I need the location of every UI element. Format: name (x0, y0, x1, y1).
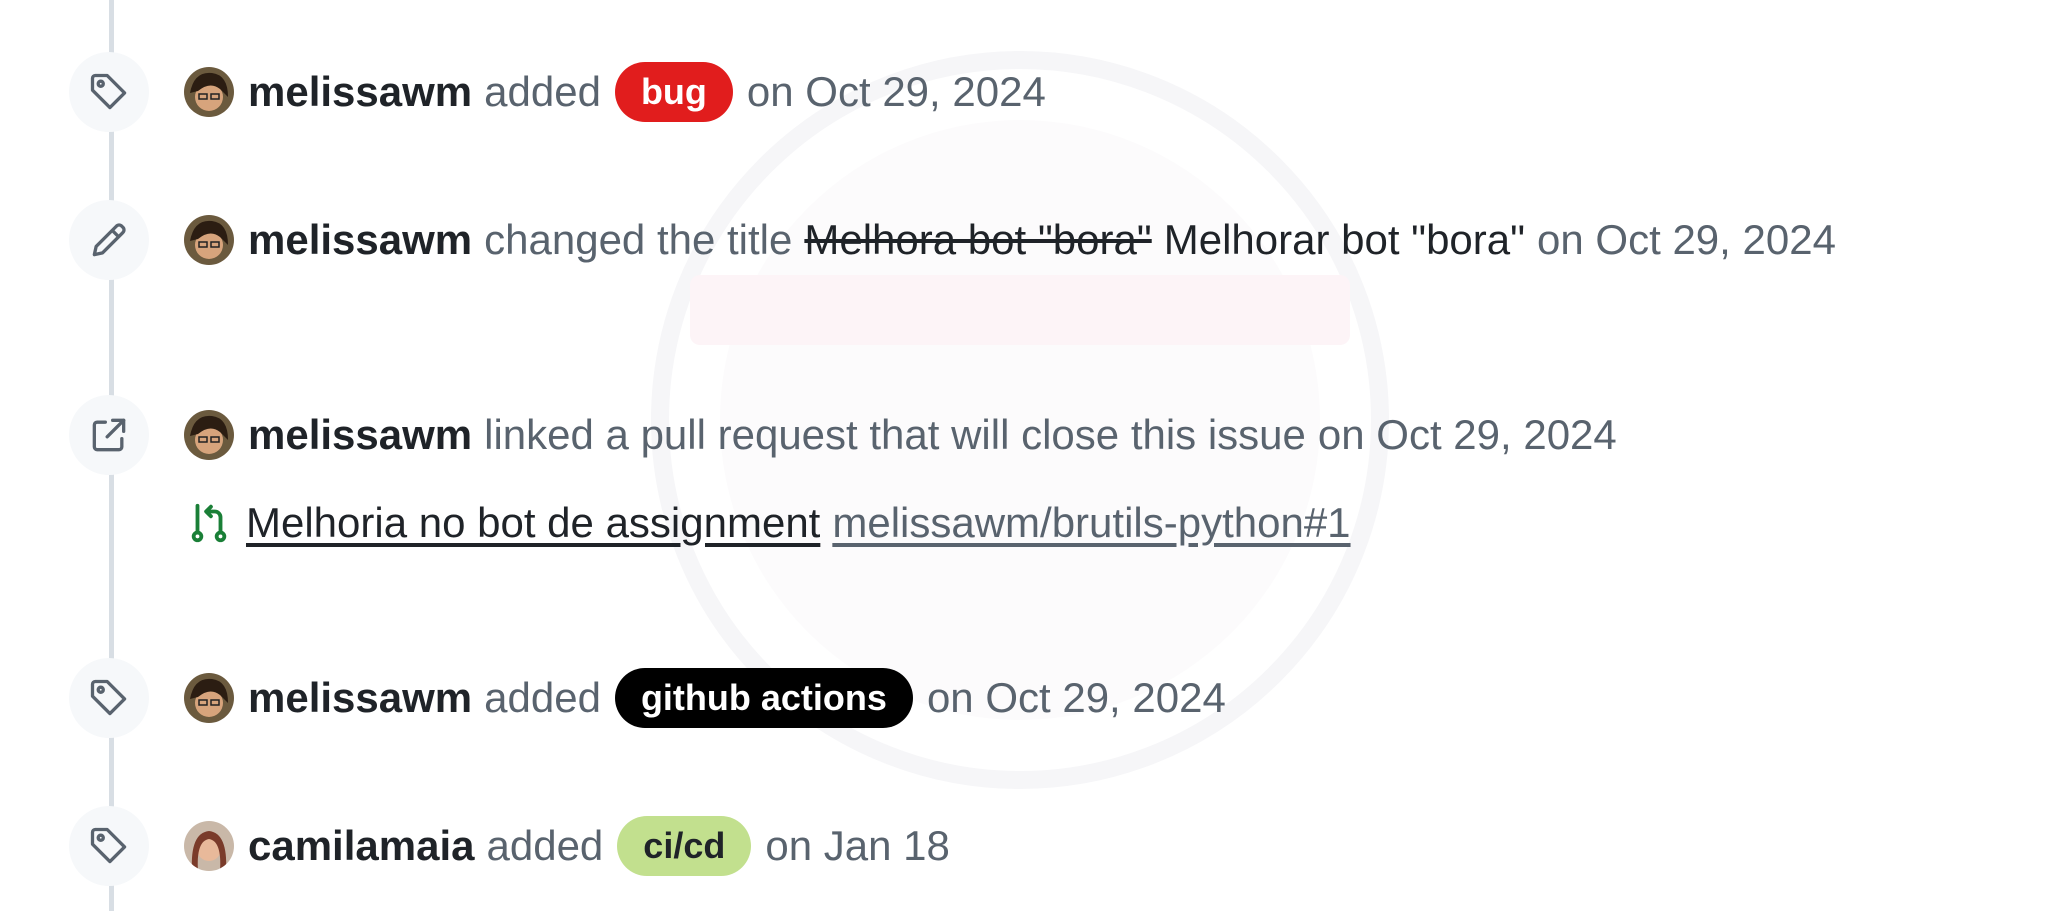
label-badge-github-actions[interactable]: github actions (614, 668, 913, 728)
timeline-event-label-added: camilamaia added ci/cd on Jan 18 (0, 806, 2048, 886)
event-badge (69, 658, 149, 738)
event-action: linked a pull request that will close th… (484, 411, 1306, 458)
pull-request-title-link[interactable]: Melhoria no bot de assignment (246, 499, 820, 547)
timeline-event-label-added: melissawm added bug on Oct 29, 2024 (0, 52, 2048, 132)
event-author[interactable]: melissawm (248, 411, 472, 459)
event-date[interactable]: on Oct 29, 2024 (747, 68, 1046, 116)
avatar[interactable] (184, 410, 234, 460)
issue-timeline: melissawm added bug on Oct 29, 2024 meli… (0, 0, 2048, 911)
event-date[interactable]: on Oct 29, 2024 (1318, 411, 1617, 459)
event-action: changed the title (484, 216, 793, 263)
event-badge (69, 806, 149, 886)
timeline-event-title-changed: melissawm changed the title Melhora bot … (0, 200, 2048, 280)
event-author[interactable]: melissawm (248, 674, 472, 722)
avatar[interactable] (184, 821, 234, 871)
event-author[interactable]: melissawm (248, 216, 472, 264)
event-date[interactable]: on Oct 29, 2024 (1537, 216, 1836, 264)
git-pull-request-icon (191, 503, 227, 543)
new-title: Melhorar bot "bora" (1163, 216, 1526, 263)
pencil-icon (92, 223, 126, 257)
avatar[interactable] (184, 215, 234, 265)
timeline-event-label-added: melissawm added github actions on Oct 29… (0, 658, 2048, 738)
event-badge (69, 52, 149, 132)
pull-request-ref-link[interactable]: melissawm/brutils-python#1 (832, 499, 1350, 547)
label-badge-ci-cd[interactable]: ci/cd (617, 816, 752, 876)
timeline-event-pr-linked: melissawm linked a pull request that wil… (0, 395, 2048, 475)
linked-pull-request: Melhoria no bot de assignment melissawm/… (186, 493, 1351, 553)
event-action: added (484, 68, 601, 115)
event-action: added (484, 674, 601, 721)
tag-icon (90, 73, 127, 110)
event-badge (69, 200, 149, 280)
tag-icon (90, 679, 127, 716)
link-external-icon (92, 418, 126, 452)
event-action: added (486, 822, 604, 869)
event-date[interactable]: on Jan 18 (765, 822, 950, 870)
label-badge-bug[interactable]: bug (614, 62, 733, 122)
old-title: Melhora bot "bora" (804, 216, 1152, 263)
event-author[interactable]: camilamaia (248, 822, 475, 870)
avatar[interactable] (184, 67, 234, 117)
event-date[interactable]: on Oct 29, 2024 (927, 674, 1226, 722)
event-author[interactable]: melissawm (248, 68, 472, 116)
avatar[interactable] (184, 673, 234, 723)
tag-icon (90, 827, 127, 864)
event-badge (69, 395, 149, 475)
